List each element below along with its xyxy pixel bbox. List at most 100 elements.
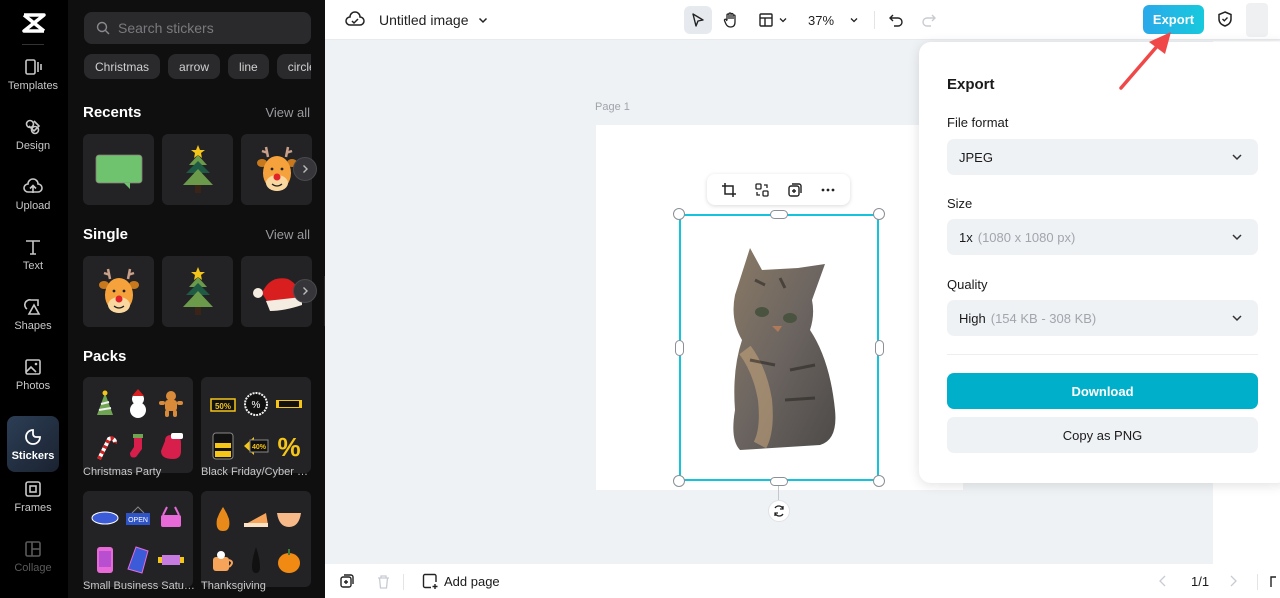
capcut-logo-icon[interactable] — [0, 8, 68, 38]
rail-item-frames[interactable]: Frames — [7, 470, 59, 522]
next-page-button[interactable] — [1228, 564, 1238, 598]
duplicate-page-button[interactable] — [339, 564, 355, 598]
add-page-button[interactable]: Add page — [422, 564, 500, 598]
add-page-label: Add page — [444, 573, 500, 589]
rail-item-design[interactable]: Design — [7, 108, 59, 160]
pack-thanksgiving[interactable] — [201, 491, 311, 587]
photos-icon — [25, 358, 41, 375]
percent-sign-icon: % — [277, 432, 300, 461]
shapes-icon — [24, 298, 41, 315]
rail-item-upload[interactable]: Upload — [7, 168, 59, 220]
rail-item-label: Text — [22, 259, 44, 272]
chip-christmas[interactable]: Christmas — [84, 54, 161, 79]
replace-icon[interactable] — [751, 179, 773, 201]
recents-next-button[interactable] — [293, 157, 317, 181]
rail-item-photos[interactable]: Photos — [7, 348, 59, 400]
tag-bubble-icon — [91, 511, 119, 525]
sticker-christmas-tree[interactable] — [162, 134, 233, 205]
select-tool-button[interactable] — [684, 6, 712, 34]
pack-black-friday[interactable]: 50% % 40% % — [201, 377, 311, 473]
chip-circle[interactable]: circle — [276, 54, 311, 79]
single-next-button[interactable] — [293, 279, 317, 303]
resize-handle-bottom-right[interactable] — [873, 475, 885, 487]
recents-view-all-link[interactable]: View all — [265, 105, 310, 120]
single-row — [83, 256, 312, 327]
delete-page-button[interactable] — [376, 564, 391, 598]
candy-cane-icon — [97, 436, 118, 460]
avatar[interactable] — [1246, 3, 1268, 37]
pumpkin-icon — [277, 549, 300, 573]
sale-tag-icon: 50% — [210, 398, 237, 412]
zoom-dropdown-chevron-icon[interactable] — [849, 0, 859, 40]
templates-icon — [25, 58, 42, 75]
pack-label: Thanksgiving — [201, 580, 266, 592]
pear-icon — [216, 507, 230, 531]
svg-text:OPEN: OPEN — [128, 517, 148, 524]
chevron-right-icon — [303, 287, 308, 295]
layout-button[interactable] — [758, 0, 788, 40]
resize-handle-left[interactable] — [675, 340, 684, 356]
file-format-select[interactable]: JPEG — [947, 139, 1258, 175]
hand-icon — [723, 12, 736, 28]
ribbon-banner-icon — [157, 555, 184, 565]
download-button[interactable]: Download — [947, 373, 1258, 409]
copy-as-png-button[interactable]: Copy as PNG — [947, 417, 1258, 453]
crop-icon[interactable] — [718, 179, 740, 201]
more-options-icon[interactable] — [817, 179, 839, 201]
rail-item-collage[interactable]: Collage — [7, 530, 59, 582]
page-indicator: 1/1 — [1191, 573, 1210, 589]
rail-item-templates[interactable]: Templates — [7, 48, 59, 100]
resize-handle-top[interactable] — [770, 210, 788, 219]
prev-page-button[interactable] — [1158, 564, 1168, 598]
search-box[interactable] — [84, 12, 311, 44]
resize-handle-bottom[interactable] — [770, 477, 788, 486]
rail-item-stickers[interactable]: Stickers — [7, 416, 59, 472]
sticker-christmas-tree[interactable] — [162, 256, 233, 327]
trash-icon — [378, 574, 389, 589]
size-value: 1x — [959, 229, 973, 245]
pack-christmas-party[interactable] — [83, 377, 193, 473]
pack-label: Small Business Saturd... — [83, 580, 195, 592]
pack-small-business-saturday[interactable]: OPEN — [83, 491, 193, 587]
cloud-save-icon[interactable] — [345, 0, 365, 40]
gingerbread-icon — [158, 391, 183, 417]
christmas-tree-icon — [182, 266, 213, 315]
resize-handle-top-right[interactable] — [873, 208, 885, 220]
resize-handle-bottom-left[interactable] — [673, 475, 685, 487]
zoom-level[interactable]: 37% — [808, 0, 834, 40]
rail-item-text[interactable]: Text — [7, 228, 59, 280]
rail-item-shapes[interactable]: Shapes — [7, 288, 59, 340]
size-detail: (1080 x 1080 px) — [977, 229, 1076, 245]
title-dropdown-chevron-icon[interactable] — [477, 0, 489, 40]
hand-tool-button[interactable] — [717, 6, 745, 34]
export-panel: Export File format JPEG Size 1x (1080 x … — [919, 42, 1280, 483]
phone-buy-icon — [97, 547, 114, 573]
size-select[interactable]: 1x (1080 x 1080 px) — [947, 219, 1258, 255]
resize-handle-right[interactable] — [875, 340, 884, 356]
svg-text:%: % — [252, 400, 261, 411]
sticker-reindeer[interactable] — [83, 256, 154, 327]
arrow-40-icon: 40% — [243, 437, 269, 455]
redo-button[interactable] — [921, 0, 937, 40]
duplicate-icon[interactable] — [784, 179, 806, 201]
single-view-all-link[interactable]: View all — [265, 227, 310, 242]
document-title[interactable]: Untitled image — [379, 0, 469, 40]
layout-icon — [759, 13, 773, 27]
chip-line[interactable]: line — [228, 54, 269, 79]
pumpkin-slice-icon — [276, 513, 301, 527]
quality-select[interactable]: High (154 KB - 308 KB) — [947, 300, 1258, 336]
rotate-icon — [774, 505, 784, 517]
selection-box — [679, 214, 879, 481]
fullscreen-button[interactable] — [1270, 564, 1280, 598]
shield-check-icon[interactable] — [1214, 8, 1236, 30]
search-input[interactable] — [118, 20, 298, 36]
resize-handle-top-left[interactable] — [673, 208, 685, 220]
quality-detail: (154 KB - 308 KB) — [990, 310, 1097, 326]
rotate-handle[interactable] — [768, 500, 790, 522]
export-panel-title: Export — [947, 76, 995, 93]
basket-icon — [160, 506, 181, 527]
rail-item-label: Photos — [15, 379, 51, 392]
sticker-speech-bubble[interactable] — [83, 134, 154, 205]
chip-arrow[interactable]: arrow — [168, 54, 221, 79]
undo-button[interactable] — [888, 0, 904, 40]
